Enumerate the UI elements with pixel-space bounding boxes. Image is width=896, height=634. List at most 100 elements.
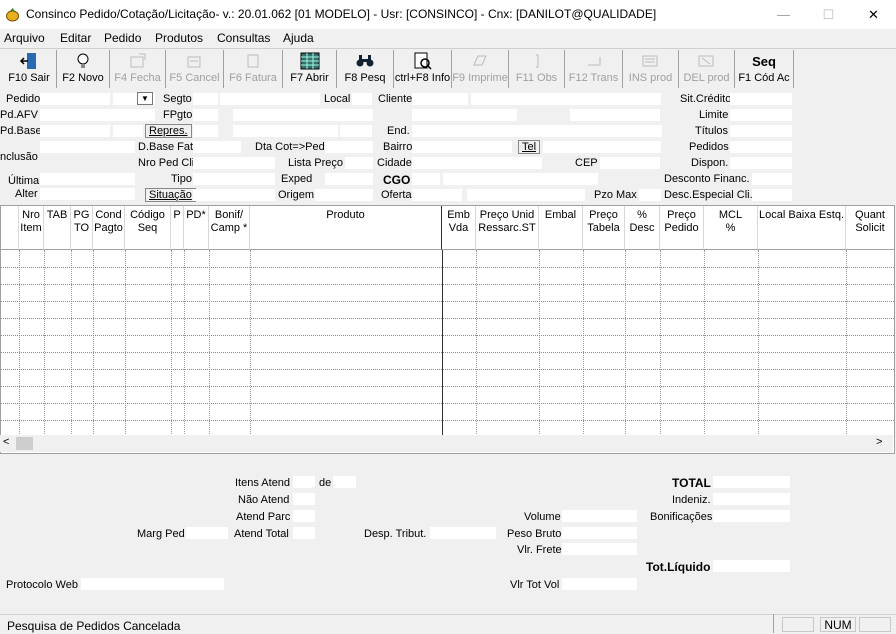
table-row[interactable] [1, 284, 894, 285]
fpgto-field[interactable] [193, 109, 218, 121]
column-header[interactable]: Preço Pedido [660, 206, 704, 250]
column-header[interactable]: Emb Vda [442, 206, 476, 250]
close-order-button[interactable]: F4 Fecha [110, 50, 166, 88]
column-header[interactable]: Quant Solicit [846, 206, 894, 250]
access-code-button[interactable]: Seq F1 Cód Ac [735, 50, 794, 88]
items-grid[interactable]: Nro Item TAB PG TO Cond Pagto Código Seq… [0, 205, 895, 454]
window-title: Consinco Pedido/Cotação/Licitação- v.: 2… [26, 7, 657, 21]
itens-atend-field [293, 476, 315, 488]
oferta-field[interactable] [412, 189, 462, 201]
grid-divider [250, 250, 251, 436]
pedidos-label: Pedidos [689, 141, 729, 153]
column-header[interactable]: Código Seq [125, 206, 171, 250]
transfer-icon [587, 57, 600, 66]
menu-produtos[interactable]: Produtos [155, 31, 203, 45]
pd-afv-field[interactable] [40, 109, 155, 121]
table-row[interactable] [1, 352, 894, 353]
new-button[interactable]: F2 Novo [57, 50, 110, 88]
nro-ped-cli-label: Nro Ped Cli [138, 157, 195, 169]
table-row[interactable] [1, 267, 894, 268]
delete-product-button[interactable]: DEL prod [679, 50, 735, 88]
situacao-button[interactable]: Situação [145, 188, 196, 202]
grid-divider [209, 250, 210, 436]
table-row[interactable] [1, 386, 894, 387]
segto-field[interactable] [193, 93, 218, 105]
notes-icon [535, 54, 538, 68]
column-header[interactable]: PG TO [71, 206, 93, 250]
transfer-button[interactable]: F12 Trans [565, 50, 623, 88]
column-header[interactable]: MCL % [704, 206, 758, 250]
atend-total-field [293, 527, 315, 539]
column-header[interactable]: Local Baixa Estq. [758, 206, 846, 250]
menu-editar[interactable]: Editar [60, 31, 91, 45]
repres-field[interactable] [193, 125, 218, 137]
chevron-down-icon[interactable]: ▼ [137, 92, 153, 105]
print-button[interactable]: F9 Imprime [452, 50, 509, 88]
grid-divider [125, 250, 126, 436]
exit-door-icon [19, 53, 36, 69]
column-header[interactable]: Bonif/ Camp * [209, 206, 250, 250]
nro-ped-cli-field[interactable] [193, 157, 275, 169]
column-header[interactable]: Embal [539, 206, 583, 250]
cidade-label: Cidade [377, 157, 412, 169]
scroll-right-button[interactable]: > [876, 436, 882, 448]
exit-button[interactable]: F10 Sair [2, 50, 57, 88]
menu-ajuda[interactable]: Ajuda [283, 31, 314, 45]
atend-parc-label: Atend Parc [236, 511, 291, 523]
table-row[interactable] [1, 335, 894, 336]
desconto-financ-field [752, 173, 792, 185]
invoice-button[interactable]: F6 Fatura [224, 50, 283, 88]
column-header[interactable]: PD* [184, 206, 209, 250]
column-header[interactable]: % Desc [625, 206, 660, 250]
tel-button[interactable]: Tel [518, 140, 541, 154]
close-button[interactable]: ✕ [851, 0, 896, 29]
column-header[interactable]: Nro Item [19, 206, 44, 250]
menu-consultas[interactable]: Consultas [217, 31, 270, 45]
maximize-button[interactable]: ☐ [806, 0, 851, 29]
print-icon [473, 55, 487, 66]
grid-divider [846, 250, 847, 436]
insert-product-button[interactable]: INS prod [623, 50, 679, 88]
menu-pedido[interactable]: Pedido [104, 31, 141, 45]
volume-field [562, 510, 637, 522]
insert-product-icon [642, 55, 657, 67]
local-field[interactable] [352, 93, 372, 105]
table-row[interactable] [1, 301, 894, 302]
column-header[interactable]: Preço Unid Ressarc.ST [476, 206, 539, 250]
d-base-fat-field[interactable] [193, 141, 241, 153]
column-header[interactable]: P [171, 206, 184, 250]
cliente-code-field[interactable] [412, 93, 468, 105]
open-button[interactable]: F7 Abrir [283, 50, 337, 88]
menu-arquivo[interactable]: Arquivo [4, 31, 45, 45]
horizontal-scrollbar[interactable] [0, 435, 893, 452]
scrollbar-thumb[interactable] [16, 437, 33, 450]
table-row[interactable] [1, 318, 894, 319]
column-header[interactable]: Produto [250, 206, 442, 250]
cgo-field[interactable] [412, 173, 440, 185]
cancel-order-button[interactable]: F5 Cancel [166, 50, 224, 88]
titulos-label: Títulos [695, 125, 729, 137]
grid-divider [171, 250, 172, 436]
bairro-label: Bairro [383, 141, 413, 153]
repres-button[interactable]: Repres. [145, 124, 192, 138]
minimize-button[interactable]: — [761, 0, 806, 29]
column-header[interactable]: Preço Tabela [583, 206, 625, 250]
exped-field[interactable] [325, 173, 373, 185]
pedido-field[interactable] [40, 93, 110, 105]
table-row[interactable] [1, 369, 894, 370]
scroll-left-button[interactable]: < [3, 436, 9, 448]
column-header[interactable]: Cond Pagto [93, 206, 125, 250]
column-header[interactable]: TAB [44, 206, 71, 250]
table-row[interactable] [1, 420, 894, 421]
indeniz-field [713, 493, 790, 505]
notes-button[interactable]: F11 Obs [509, 50, 565, 88]
pd-base-field[interactable] [40, 125, 110, 137]
info-button[interactable]: ctrl+F8 Info [394, 50, 452, 88]
lista-preco-field[interactable] [345, 157, 373, 169]
origem-field [315, 189, 373, 201]
grid-divider [704, 250, 705, 436]
app-logo-icon [6, 8, 19, 22]
tipo-field[interactable] [193, 173, 275, 185]
table-row[interactable] [1, 403, 894, 404]
search-button[interactable]: F8 Pesq [337, 50, 394, 88]
